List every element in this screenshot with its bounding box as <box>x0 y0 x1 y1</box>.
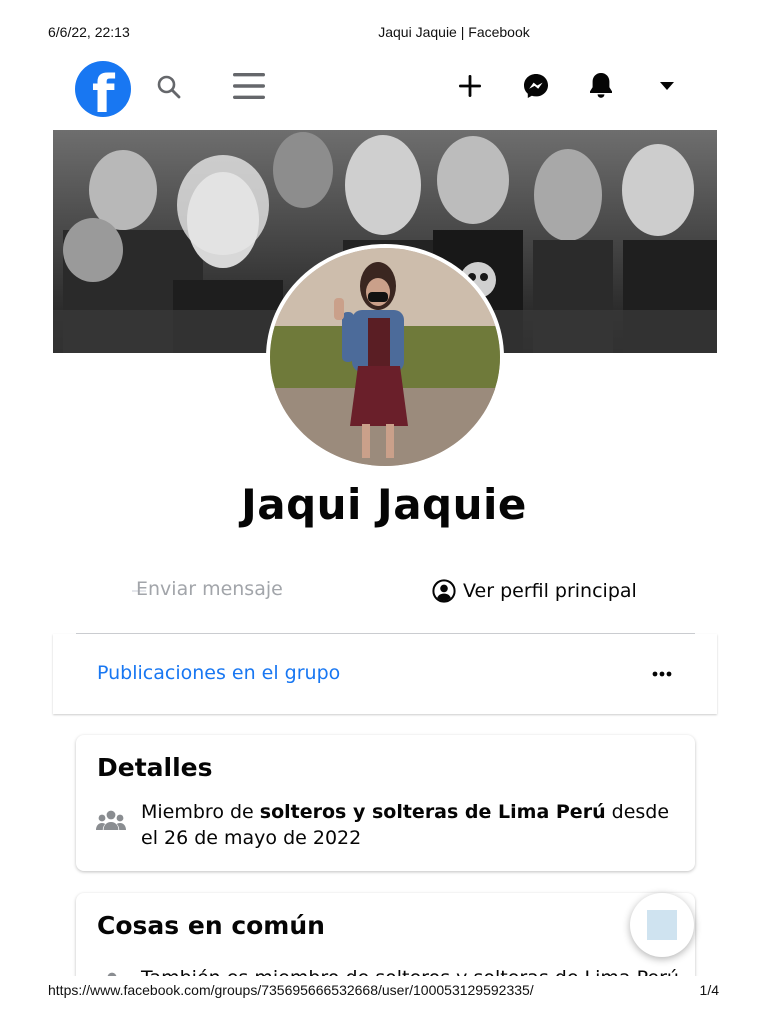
profile-tab-bar: Publicaciones en el grupo <box>53 634 717 714</box>
membership-group-link[interactable]: solteros y solteras de Lima Perú <box>260 801 606 823</box>
more-options-icon[interactable] <box>651 664 673 684</box>
membership-detail: Miembro de solteros y solteras de Lima P… <box>141 799 681 851</box>
membership-prefix: Miembro de <box>141 801 260 823</box>
details-card: Detalles Miembro de solteros y solteras … <box>76 735 695 871</box>
floating-chat-button[interactable] <box>630 893 694 957</box>
things-in-common-title: Cosas en común <box>97 911 325 940</box>
facebook-logo-letter: f <box>92 65 115 117</box>
search-icon[interactable] <box>156 74 182 100</box>
tab-group-posts[interactable]: Publicaciones en el grupo <box>97 662 340 684</box>
send-message-button[interactable]: Enviar mensaje <box>136 578 283 600</box>
profile-avatar[interactable] <box>266 244 504 470</box>
top-nav-bar: f <box>52 56 718 118</box>
print-url: https://www.facebook.com/groups/73569566… <box>48 982 534 998</box>
profile-avatar-image <box>270 248 500 466</box>
profile-actions: Enviar mensaje Ver perfil principal <box>76 570 696 614</box>
plus-icon[interactable] <box>458 74 482 98</box>
view-main-profile-button[interactable]: Ver perfil principal <box>432 576 637 606</box>
print-page-title: Jaqui Jaquie | Facebook <box>378 24 530 40</box>
bell-icon[interactable] <box>588 71 614 99</box>
messenger-icon[interactable] <box>522 72 550 100</box>
details-title: Detalles <box>97 753 213 782</box>
view-main-profile-label: Ver perfil principal <box>463 580 637 602</box>
print-page-number: 1/4 <box>699 982 719 998</box>
menu-icon[interactable] <box>232 70 266 102</box>
facebook-logo-icon[interactable]: f <box>75 61 131 117</box>
profile-name: Jaqui Jaquie <box>241 480 527 529</box>
new-message-icon <box>647 910 677 940</box>
group-members-icon <box>96 810 126 830</box>
profile-circle-icon <box>432 579 456 603</box>
caret-down-icon[interactable] <box>658 80 676 92</box>
